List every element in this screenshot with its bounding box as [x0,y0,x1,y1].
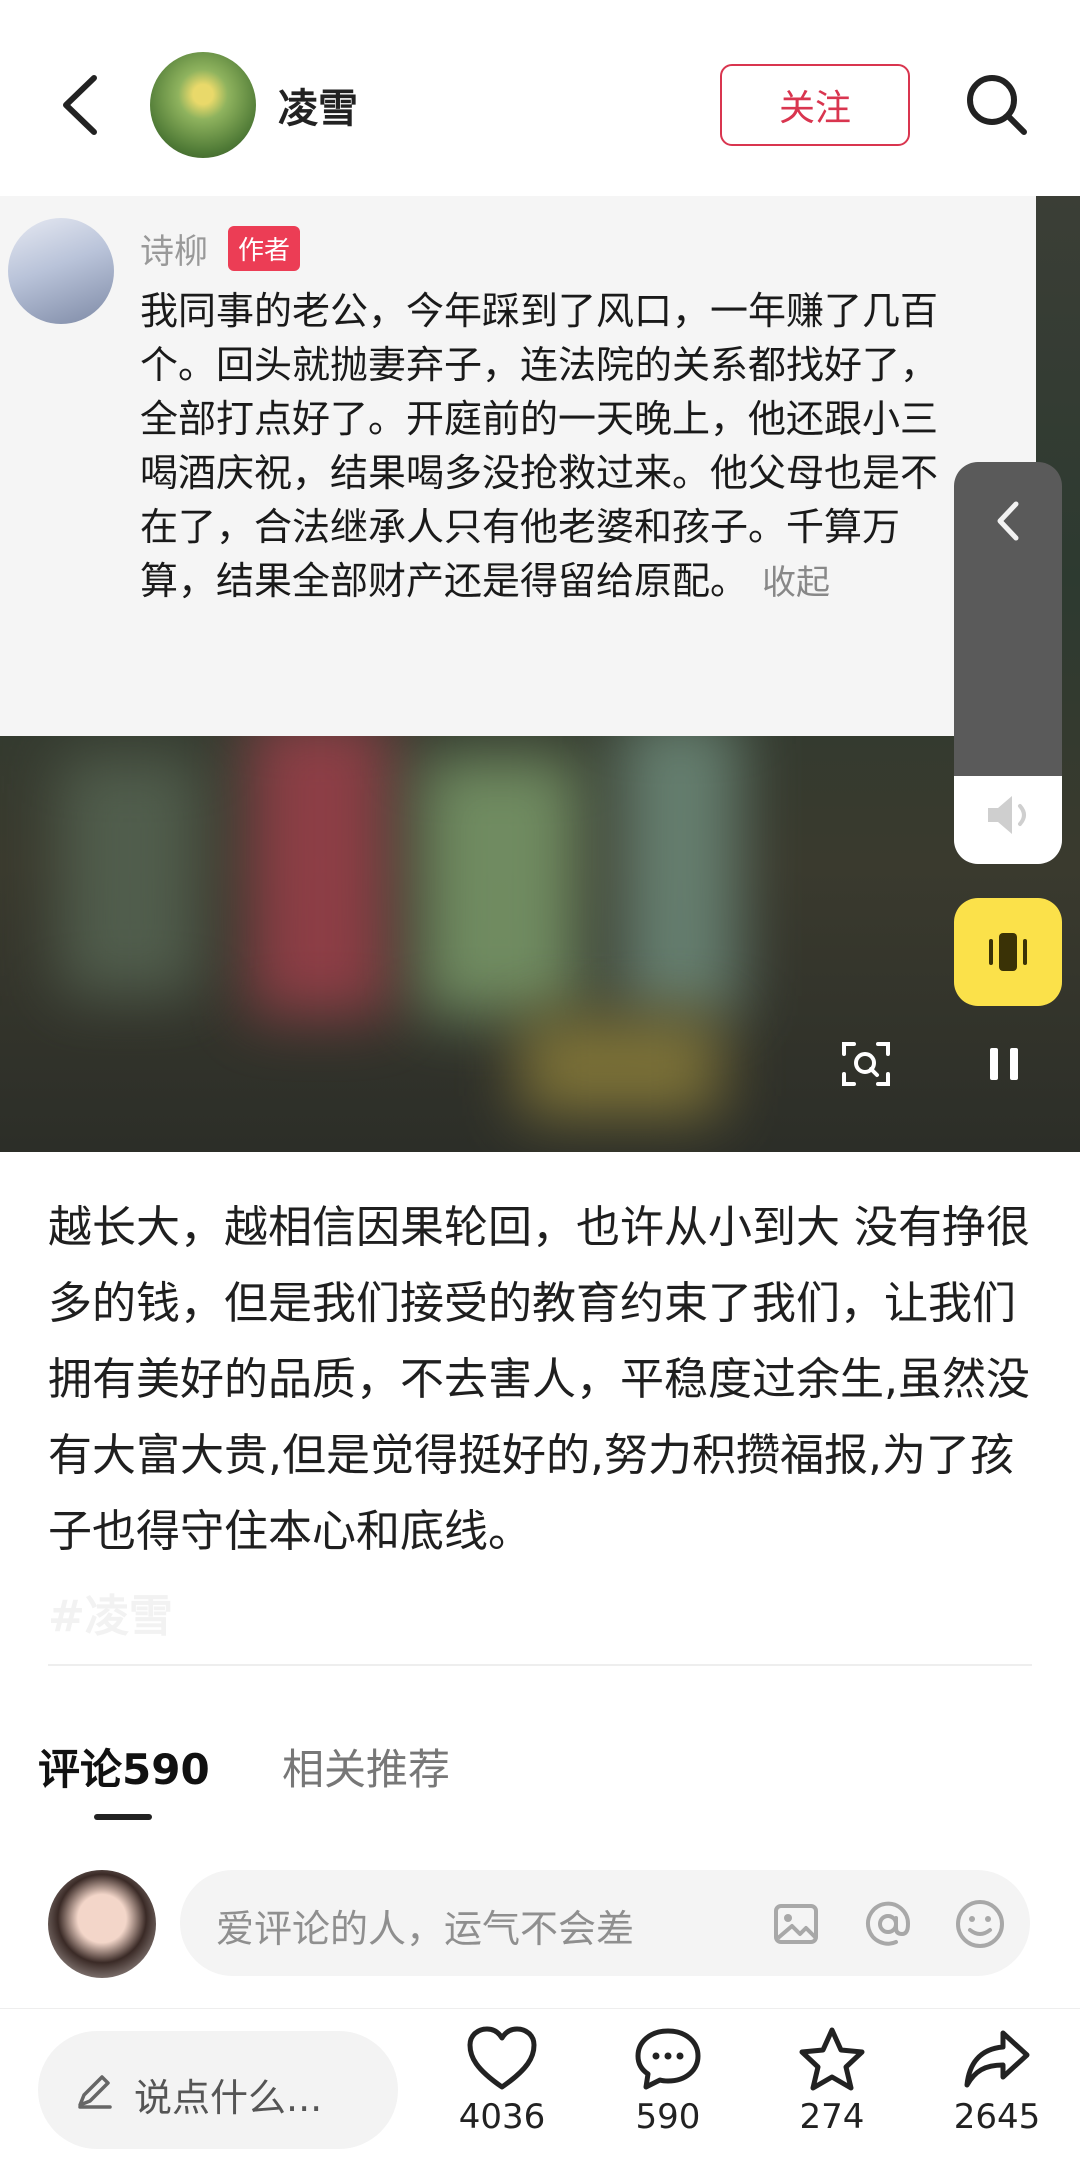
video-player[interactable]: 诗柳 作者 我同事的老公，今年踩到了风口，一年赚了几百个。回头就抛妻弃子，连法院… [0,196,1080,1152]
author-avatar[interactable] [150,52,256,158]
active-tab-indicator [94,1814,152,1820]
author-badge: 作者 [228,226,301,271]
share-arrow-icon [964,2030,1030,2088]
comment-text: 我同事的老公，今年踩到了风口，一年赚了几百个。回头就抛妻弃子，连法院的关系都找好… [140,284,960,610]
comment-body: 我同事的老公，今年踩到了风口，一年赚了几百个。回头就抛妻弃子，连法院的关系都找好… [140,289,939,603]
speaker-icon [988,796,1026,834]
my-avatar[interactable] [48,1870,156,1978]
vibrate-button[interactable] [954,898,1062,1006]
like-button[interactable]: 4036 [437,2025,567,2137]
comment-input[interactable]: 爱评论的人，运气不会差 [180,1870,1030,1976]
screen-capture-icon[interactable] [838,1036,894,1092]
author-name[interactable]: 凌雪 [278,76,358,134]
like-count: 4036 [458,2097,546,2137]
top-bar: 凌雪 关注 [0,0,1080,196]
say-something-placeholder: 说点什么... [134,2076,323,2120]
comment-bubble-icon [635,2028,701,2090]
pencil-icon [74,2069,116,2111]
pause-icon[interactable] [980,1036,1030,1092]
heart-icon [467,2026,537,2090]
tab-related[interactable]: 相关推荐 [282,1736,450,1797]
at-mention-icon[interactable] [860,1896,916,1952]
tab-comments[interactable]: 评论590 [38,1736,210,1797]
bottom-action-bar: 说点什么... 4036 590 274 2645 [0,2008,1080,2180]
vibrate-icon [989,933,1027,971]
emoji-icon[interactable] [952,1896,1008,1952]
share-button[interactable]: 2645 [932,2025,1062,2137]
share-count: 2645 [953,2097,1041,2137]
follow-button[interactable]: 关注 [720,64,910,146]
volume-slider[interactable] [954,462,1062,864]
comment-placeholder: 爱评论的人，运气不会差 [216,1907,635,1951]
commenter-avatar[interactable] [8,218,114,324]
post-description: 越长大，越相信因果轮回，也许从小到大 没有挣很多的钱，但是我们接受的教育约束了我… [48,1202,1030,1557]
star-icon [799,2027,865,2091]
pinned-comment: 诗柳 作者 我同事的老公，今年踩到了风口，一年赚了几百个。回头就抛妻弃子，连法院… [0,196,1036,736]
search-icon[interactable] [962,70,1032,140]
say-something-input[interactable]: 说点什么... [38,2031,398,2149]
favorite-button[interactable]: 274 [767,2025,897,2137]
chevron-left-icon[interactable] [992,498,1024,544]
post-hashtag[interactable]: #凌雪 [48,1580,173,1644]
image-icon[interactable] [768,1896,824,1952]
favorite-count: 274 [799,2097,865,2137]
back-icon[interactable] [52,70,112,140]
commenter-name[interactable]: 诗柳 [140,224,208,273]
comment-button[interactable]: 590 [603,2025,733,2137]
comment-count: 590 [635,2097,701,2137]
divider [48,1664,1032,1666]
collapse-link[interactable]: 收起 [762,563,830,603]
